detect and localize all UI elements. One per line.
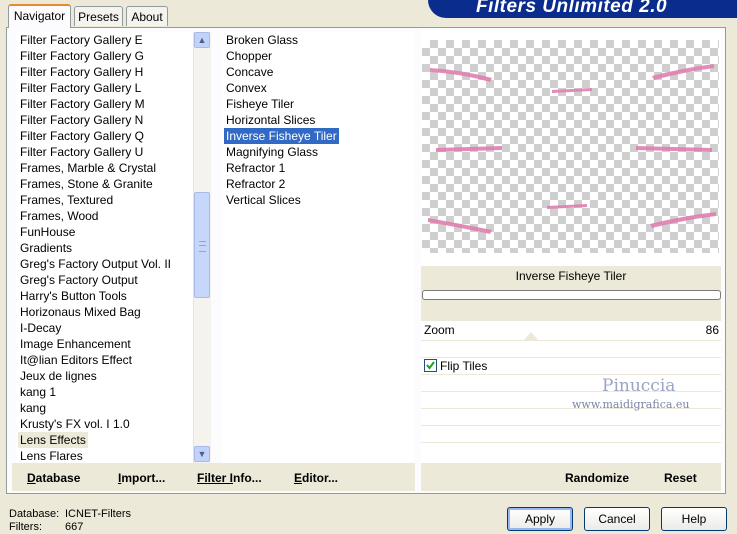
- zoom-value: 86: [705, 323, 719, 337]
- filter-item[interactable]: Horizontal Slices: [224, 112, 317, 128]
- filter-item[interactable]: Fisheye Tiler: [224, 96, 296, 112]
- database-label: Database:: [9, 508, 60, 520]
- flip-tiles-checkbox[interactable]: [424, 359, 437, 372]
- zoom-slider[interactable]: [511, 331, 631, 341]
- progress-bar: [422, 290, 721, 300]
- watermark-name: Pinuccia: [602, 376, 676, 396]
- preview-filter-name: Inverse Fisheye Tiler: [421, 266, 721, 286]
- category-item[interactable]: I-Decay: [18, 320, 63, 336]
- category-item[interactable]: Greg's Factory Output Vol. II: [18, 256, 173, 272]
- category-item[interactable]: It@lian Editors Effect: [18, 352, 134, 368]
- title-banner: Filters Unlimited 2.0: [428, 0, 737, 18]
- category-item[interactable]: Gradients: [18, 240, 74, 256]
- filter-item[interactable]: Concave: [224, 64, 275, 80]
- category-item[interactable]: Jeux de lignes: [18, 368, 99, 384]
- filter-item[interactable]: Magnifying Glass: [224, 144, 320, 160]
- watermark-site: www.maidigrafica.eu: [572, 398, 690, 411]
- category-item[interactable]: Filter Factory Gallery U: [18, 144, 145, 160]
- database-button[interactable]: Database: [27, 471, 80, 485]
- category-item[interactable]: Lens Flares: [18, 448, 85, 464]
- tab-presets[interactable]: Presets: [74, 6, 123, 26]
- flip-tiles-label: Flip Tiles: [440, 359, 488, 373]
- category-item[interactable]: Frames, Marble & Crystal: [18, 160, 158, 176]
- param-row-empty: [421, 340, 721, 357]
- import-button[interactable]: Import...: [118, 471, 165, 485]
- randomize-button[interactable]: Randomize: [565, 471, 629, 485]
- param-row-empty: [421, 442, 721, 463]
- help-button[interactable]: Help: [661, 507, 727, 531]
- filter-item[interactable]: Refractor 2: [224, 176, 287, 192]
- filter-item[interactable]: Convex: [224, 80, 269, 96]
- category-scrollbar[interactable]: ▲ ▼: [193, 32, 211, 464]
- reset-button[interactable]: Reset: [664, 471, 697, 485]
- filter-item[interactable]: Refractor 1: [224, 160, 287, 176]
- flip-tiles-row[interactable]: Flip Tiles: [421, 357, 721, 374]
- filter-item[interactable]: Vertical Slices: [224, 192, 303, 208]
- category-item[interactable]: Filter Factory Gallery H: [18, 64, 145, 80]
- category-item[interactable]: Greg's Factory Output: [18, 272, 140, 288]
- database-value: ICNET-Filters: [65, 508, 131, 520]
- apply-button[interactable]: Apply: [507, 507, 573, 531]
- zoom-label: Zoom: [424, 323, 455, 337]
- category-item[interactable]: Image Enhancement: [18, 336, 133, 352]
- cancel-button[interactable]: Cancel: [584, 507, 650, 531]
- category-item[interactable]: kang: [18, 400, 48, 416]
- param-row-empty: [421, 425, 721, 442]
- filters-label: Filters:: [9, 521, 42, 533]
- zoom-row[interactable]: Zoom 86: [421, 320, 721, 341]
- category-item[interactable]: Frames, Wood: [18, 208, 100, 224]
- title-banner-text: Filters Unlimited 2.0: [476, 0, 668, 17]
- category-item[interactable]: Krusty's FX vol. I 1.0: [18, 416, 132, 432]
- param-row-empty: [421, 374, 721, 391]
- category-item[interactable]: Filter Factory Gallery E: [18, 32, 145, 48]
- scroll-up-button[interactable]: ▲: [194, 32, 210, 48]
- category-item[interactable]: Harry's Button Tools: [18, 288, 129, 304]
- category-item[interactable]: kang 1: [18, 384, 58, 400]
- scroll-down-button[interactable]: ▼: [194, 446, 210, 462]
- category-item[interactable]: Horizonaus Mixed Bag: [18, 304, 143, 320]
- category-item[interactable]: Lens Effects: [18, 432, 88, 448]
- filter-list[interactable]: Broken Glass Chopper Concave Convex Fisheye …: [222, 32, 414, 464]
- filter-info-button[interactable]: Filter Info...: [197, 471, 262, 485]
- scroll-thumb[interactable]: [194, 192, 210, 298]
- category-item[interactable]: Filter Factory Gallery L: [18, 80, 143, 96]
- filter-item[interactable]: Inverse Fisheye Tiler: [224, 128, 339, 144]
- tab-navigator[interactable]: Navigator: [8, 4, 71, 28]
- category-item[interactable]: Frames, Stone & Granite: [18, 176, 155, 192]
- tab-about[interactable]: About: [126, 6, 168, 26]
- category-item[interactable]: Filter Factory Gallery G: [18, 48, 146, 64]
- filter-item[interactable]: Broken Glass: [224, 32, 300, 48]
- category-item[interactable]: Filter Factory Gallery N: [18, 112, 145, 128]
- preview-image: [422, 40, 719, 253]
- category-item[interactable]: Filter Factory Gallery Q: [18, 128, 146, 144]
- category-list[interactable]: Filter Factory Gallery E Filter Factory G…: [16, 32, 193, 464]
- category-item[interactable]: FunHouse: [18, 224, 77, 240]
- filters-count: 667: [65, 521, 84, 533]
- progress-area: [421, 286, 721, 320]
- category-item[interactable]: Filter Factory Gallery M: [18, 96, 147, 112]
- filter-item[interactable]: Chopper: [224, 48, 274, 64]
- category-item[interactable]: Frames, Textured: [18, 192, 115, 208]
- editor-button[interactable]: Editor...: [294, 471, 338, 485]
